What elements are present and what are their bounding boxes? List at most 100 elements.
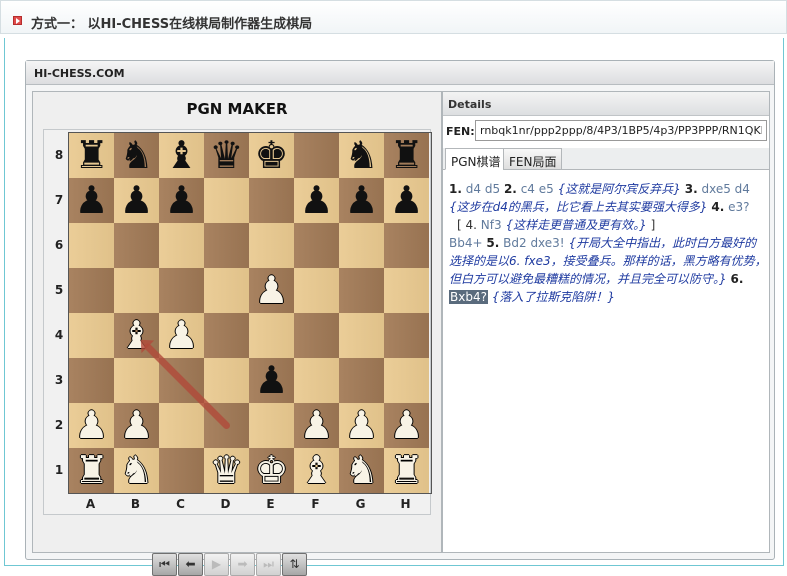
black-rook-h8-icon[interactable]: ♜ <box>384 133 429 178</box>
move[interactable]: dxe5 <box>701 182 730 196</box>
square-h3[interactable] <box>384 358 429 403</box>
tab-pgn[interactable]: PGN棋谱 <box>445 148 507 170</box>
move-number: 2. <box>503 182 517 196</box>
square-d4[interactable] <box>204 313 249 358</box>
square-c5[interactable] <box>159 268 204 313</box>
square-f6[interactable] <box>294 223 339 268</box>
pgn-line: 1. d4 d5 2. c4 e5 {这就是阿尔宾反弃兵} 3. dxe5 d4… <box>449 180 767 216</box>
move[interactable]: e3? <box>728 200 749 214</box>
black-pawn-g7-icon[interactable]: ♟ <box>339 178 384 223</box>
red-square-bullet-icon <box>13 16 22 25</box>
white-pawn-a2-icon[interactable]: ♟ <box>69 403 114 448</box>
fen-input[interactable] <box>475 120 767 141</box>
white-pawn-c4-icon[interactable]: ♟ <box>159 313 204 358</box>
square-a4[interactable] <box>69 313 114 358</box>
black-pawn-f7-icon[interactable]: ♟ <box>294 178 339 223</box>
square-e4[interactable] <box>249 313 294 358</box>
board-panel: PGN MAKER ♜ ♞ ♝ ♛ ♚ ♞ ♜ ♟ ♟ ♟ ♟ ♟ ♟ ♟ ♝ ♟ ♟ ♟ ♟ ♟ ♟ ♟ ♜ ♞ ♛ ♚ ♝ ♞ ♜ … <box>32 91 442 553</box>
square-d7[interactable] <box>204 178 249 223</box>
variation-close-bracket: ] <box>650 218 656 232</box>
move[interactable]: c4 <box>521 182 535 196</box>
current-move[interactable]: Bxb4? <box>449 290 488 304</box>
square-e2[interactable] <box>249 403 294 448</box>
move[interactable]: d4 <box>466 182 481 196</box>
move[interactable]: Bb4+ <box>449 236 483 250</box>
square-c1[interactable] <box>159 448 204 493</box>
square-h5[interactable] <box>384 268 429 313</box>
white-king-e1-icon[interactable]: ♚ <box>249 448 294 493</box>
flip-board-button[interactable]: ⇅ <box>282 553 307 576</box>
tab-fen[interactable]: FEN局面 <box>503 148 563 170</box>
play-icon: ▶ <box>211 557 222 571</box>
white-pawn-h2-icon[interactable]: ♟ <box>384 403 429 448</box>
square-g5[interactable] <box>339 268 384 313</box>
black-pawn-h7-icon[interactable]: ♟ <box>384 178 429 223</box>
black-pawn-a7-icon[interactable]: ♟ <box>69 178 114 223</box>
square-f5[interactable] <box>294 268 339 313</box>
square-b5[interactable] <box>114 268 159 313</box>
details-title: Details <box>448 98 492 111</box>
prev-move-button[interactable]: ⬅ <box>178 553 203 576</box>
black-rook-a8-icon[interactable]: ♜ <box>69 133 114 178</box>
move-number: 1. <box>449 182 462 196</box>
move[interactable]: dxe3! <box>530 236 564 250</box>
white-pawn-e5-icon[interactable]: ♟ <box>249 268 294 313</box>
square-d3[interactable] <box>204 358 249 403</box>
white-knight-g1-icon[interactable]: ♞ <box>339 448 384 493</box>
black-bishop-c8-icon[interactable]: ♝ <box>159 133 204 178</box>
play-button[interactable]: ▶ <box>204 553 229 576</box>
white-bishop-f1-icon[interactable]: ♝ <box>294 448 339 493</box>
white-pawn-g2-icon[interactable]: ♟ <box>339 403 384 448</box>
square-b6[interactable] <box>114 223 159 268</box>
pgn-variation: [ 4. Nf3 {这样走更普通及更有效。} ] <box>457 216 767 234</box>
black-knight-b8-icon[interactable]: ♞ <box>114 133 159 178</box>
first-move-button[interactable]: ⏮ <box>152 553 177 576</box>
next-move-button[interactable]: ➡ <box>230 553 255 576</box>
square-g4[interactable] <box>339 313 384 358</box>
white-rook-a1-icon[interactable]: ♜ <box>69 448 114 493</box>
move[interactable]: Bd2 <box>503 236 526 250</box>
white-bishop-b4-icon[interactable]: ♝ <box>114 313 159 358</box>
square-f4[interactable] <box>294 313 339 358</box>
white-pawn-b2-icon[interactable]: ♟ <box>114 403 159 448</box>
chess-board[interactable]: ♜ ♞ ♝ ♛ ♚ ♞ ♜ ♟ ♟ ♟ ♟ ♟ ♟ ♟ ♝ ♟ ♟ ♟ ♟ ♟ ♟ ♟ ♜ ♞ ♛ ♚ ♝ ♞ ♜ <box>68 132 432 494</box>
board-title: PGN MAKER <box>186 100 288 118</box>
square-d2[interactable] <box>204 403 249 448</box>
square-f8[interactable] <box>294 133 339 178</box>
square-f3[interactable] <box>294 358 339 403</box>
black-king-e8-icon[interactable]: ♚ <box>249 133 294 178</box>
square-c3[interactable] <box>159 358 204 403</box>
file-label: A <box>85 497 96 511</box>
move[interactable]: d5 <box>485 182 500 196</box>
black-pawn-b7-icon[interactable]: ♟ <box>114 178 159 223</box>
black-pawn-e3-icon[interactable]: ♟ <box>249 358 294 403</box>
square-g3[interactable] <box>339 358 384 403</box>
black-queen-d8-icon[interactable]: ♛ <box>204 133 249 178</box>
square-a6[interactable] <box>69 223 114 268</box>
square-e6[interactable] <box>249 223 294 268</box>
square-a5[interactable] <box>69 268 114 313</box>
move[interactable]: e5 <box>539 182 554 196</box>
white-knight-b1-icon[interactable]: ♞ <box>114 448 159 493</box>
pgn-move-list: 1. d4 d5 2. c4 e5 {这就是阿尔宾反弃兵} 3. dxe5 d4… <box>449 180 767 306</box>
square-h6[interactable] <box>384 223 429 268</box>
square-d6[interactable] <box>204 223 249 268</box>
move[interactable]: Nf3 <box>481 218 502 232</box>
square-g6[interactable] <box>339 223 384 268</box>
square-e7[interactable] <box>249 178 294 223</box>
last-move-button[interactable]: ⏭ <box>256 553 281 576</box>
white-rook-h1-icon[interactable]: ♜ <box>384 448 429 493</box>
square-b3[interactable] <box>114 358 159 403</box>
black-knight-g8-icon[interactable]: ♞ <box>339 133 384 178</box>
flip-board-icon: ⇅ <box>289 557 300 571</box>
white-queen-d1-icon[interactable]: ♛ <box>204 448 249 493</box>
white-pawn-f2-icon[interactable]: ♟ <box>294 403 339 448</box>
square-a3[interactable] <box>69 358 114 403</box>
square-c2[interactable] <box>159 403 204 448</box>
square-c6[interactable] <box>159 223 204 268</box>
square-d5[interactable] <box>204 268 249 313</box>
black-pawn-c7-icon[interactable]: ♟ <box>159 178 204 223</box>
square-h4[interactable] <box>384 313 429 358</box>
move[interactable]: d4 <box>735 182 750 196</box>
details-panel: Details FEN: PGN棋谱 FEN局面 1. d4 d5 2. c4 … <box>442 91 770 553</box>
